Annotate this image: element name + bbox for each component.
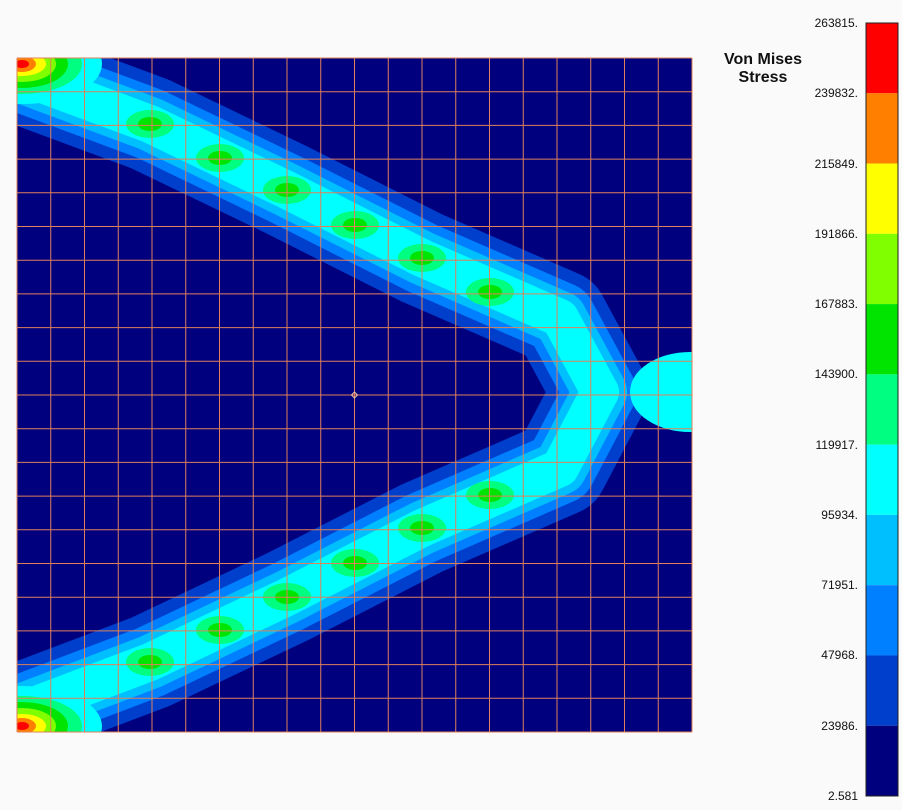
legend-label: 239832. (814, 86, 858, 101)
legend-swatch (866, 585, 898, 656)
legend-title-line1: Von Mises (724, 51, 802, 68)
legend-label: 23986. (821, 718, 858, 733)
legend-swatch (866, 93, 898, 164)
legend-label: 2.581 (827, 789, 858, 803)
legend-label: 167883. (814, 297, 858, 312)
legend-label: 47968. (821, 648, 858, 663)
legend-swatch (866, 725, 898, 796)
stress-peak-inner (138, 117, 162, 131)
stress-plot-canvas (16, 22, 899, 797)
legend-swatch (866, 304, 898, 375)
legend-title: Von Mises Stress (710, 51, 816, 87)
legend-label: 95934. (821, 507, 858, 522)
legend-title-line2: Stress (738, 69, 788, 86)
stress-peak-inner (138, 655, 162, 669)
legend-label: 71951. (821, 578, 858, 593)
legend-label: 263815. (814, 16, 858, 30)
legend-swatch (866, 23, 898, 94)
stress-plateau (630, 352, 692, 432)
legend-color-bar (865, 22, 899, 797)
legend-label: 119917. (815, 437, 859, 452)
legend-swatch (866, 514, 898, 586)
legend-swatch (866, 374, 898, 445)
legend-label: 191866. (814, 226, 858, 241)
legend-label: 143900. (814, 367, 858, 382)
legend-label: 215849. (814, 156, 858, 171)
legend-swatch (866, 444, 898, 515)
legend-swatch (866, 163, 898, 234)
legend-swatch (866, 655, 898, 726)
mesh-grid (16, 57, 693, 733)
legend-swatch (866, 233, 898, 305)
